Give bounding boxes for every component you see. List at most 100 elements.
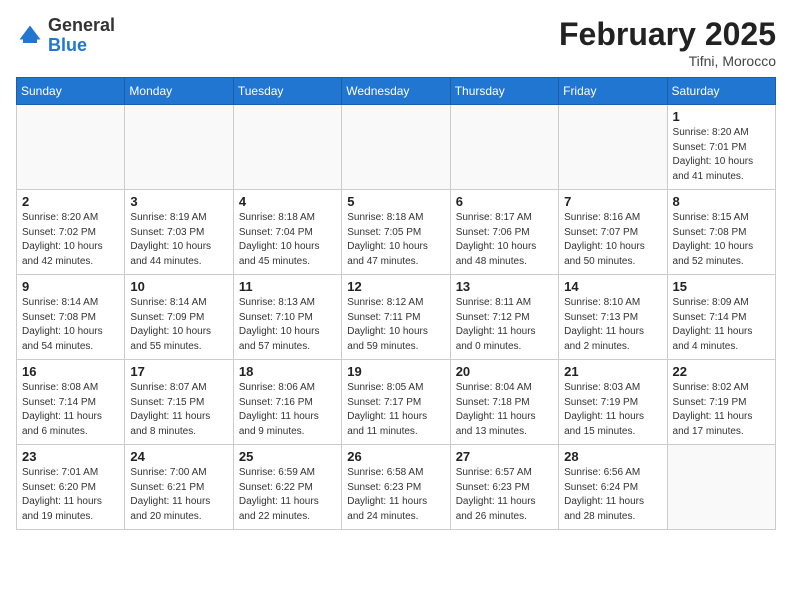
weekday-header: Wednesday — [342, 78, 450, 105]
day-info: Sunrise: 8:17 AM Sunset: 7:06 PM Dayligh… — [456, 211, 553, 269]
calendar-cell: 26Sunrise: 6:58 AM Sunset: 6:23 PM Dayli… — [342, 445, 450, 530]
weekday-header: Sunday — [17, 78, 125, 105]
location-subtitle: Tifni, Morocco — [559, 53, 776, 69]
day-number: 8 — [673, 194, 770, 209]
logo: General Blue — [16, 16, 115, 56]
calendar-week-row: 16 Sunrise: 8:08 AM Sunset: 7:14 PM Dayli… — [17, 360, 776, 445]
calendar-week-row: 1Sunrise: 8:20 AM Sunset: 7:01 PM Daylig… — [17, 105, 776, 190]
day-number: 13 — [456, 279, 553, 294]
calendar-week-row: 23 Sunrise: 7:01 AM Sunset: 6:20 PM Dayli… — [17, 445, 776, 530]
day-info: Sunrise: 8:02 AM Sunset: 7:19 PM Dayligh… — [673, 381, 770, 439]
day-number: 18 — [239, 364, 336, 379]
day-info: Sunrise: 6:59 AM Sunset: 6:22 PM Dayligh… — [239, 466, 336, 524]
day-number: 15 — [673, 279, 770, 294]
calendar-cell: 18 Sunrise: 8:06 AM Sunset: 7:16 PM Dayli… — [233, 360, 341, 445]
day-info: Sunrise: 8:13 AM Sunset: 7:10 PM Dayligh… — [239, 296, 336, 354]
calendar-cell — [667, 445, 775, 530]
day-number: 12 — [347, 279, 444, 294]
day-info: Sunrise: 8:07 AM Sunset: 7:15 PM Dayligh… — [130, 381, 227, 439]
day-info: Sunrise: 6:58 AM Sunset: 6:23 PM Dayligh… — [347, 466, 444, 524]
weekday-header: Monday — [125, 78, 233, 105]
calendar-cell: 1Sunrise: 8:20 AM Sunset: 7:01 PM Daylig… — [667, 105, 775, 190]
day-number: 27 — [456, 449, 553, 464]
logo-general-text: General — [48, 15, 115, 35]
day-number: 4 — [239, 194, 336, 209]
calendar-cell: 22 Sunrise: 8:02 AM Sunset: 7:19 PM Dayli… — [667, 360, 775, 445]
day-number: 3 — [130, 194, 227, 209]
calendar-cell: 8 Sunrise: 8:15 AM Sunset: 7:08 PM Daylig… — [667, 190, 775, 275]
day-number: 16 — [22, 364, 119, 379]
day-number: 17 — [130, 364, 227, 379]
weekday-header: Saturday — [667, 78, 775, 105]
day-number: 5 — [347, 194, 444, 209]
calendar-table: SundayMondayTuesdayWednesdayThursdayFrid… — [16, 77, 776, 530]
calendar-cell: 25 Sunrise: 6:59 AM Sunset: 6:22 PM Dayli… — [233, 445, 341, 530]
calendar-cell — [450, 105, 558, 190]
calendar-cell — [559, 105, 667, 190]
month-year-title: February 2025 — [559, 16, 776, 53]
day-info: Sunrise: 8:20 AM Sunset: 7:02 PM Dayligh… — [22, 211, 119, 269]
calendar-cell: 28Sunrise: 6:56 AM Sunset: 6:24 PM Dayli… — [559, 445, 667, 530]
day-info: Sunrise: 7:01 AM Sunset: 6:20 PM Dayligh… — [22, 466, 119, 524]
calendar-cell: 7Sunrise: 8:16 AM Sunset: 7:07 PM Daylig… — [559, 190, 667, 275]
day-info: Sunrise: 8:06 AM Sunset: 7:16 PM Dayligh… — [239, 381, 336, 439]
calendar-cell: 21Sunrise: 8:03 AM Sunset: 7:19 PM Dayli… — [559, 360, 667, 445]
calendar-cell: 24 Sunrise: 7:00 AM Sunset: 6:21 PM Dayli… — [125, 445, 233, 530]
calendar-cell: 20 Sunrise: 8:04 AM Sunset: 7:18 PM Dayli… — [450, 360, 558, 445]
calendar-cell — [17, 105, 125, 190]
weekday-header: Thursday — [450, 78, 558, 105]
calendar-header-row: SundayMondayTuesdayWednesdayThursdayFrid… — [17, 78, 776, 105]
day-number: 1 — [673, 109, 770, 124]
calendar-cell: 23 Sunrise: 7:01 AM Sunset: 6:20 PM Dayli… — [17, 445, 125, 530]
day-number: 6 — [456, 194, 553, 209]
day-number: 9 — [22, 279, 119, 294]
page-header: General Blue February 2025 Tifni, Morocc… — [16, 16, 776, 69]
calendar-cell: 10 Sunrise: 8:14 AM Sunset: 7:09 PM Dayli… — [125, 275, 233, 360]
calendar-cell: 12 Sunrise: 8:12 AM Sunset: 7:11 PM Dayli… — [342, 275, 450, 360]
calendar-cell: 14Sunrise: 8:10 AM Sunset: 7:13 PM Dayli… — [559, 275, 667, 360]
calendar-cell — [125, 105, 233, 190]
calendar-cell: 27 Sunrise: 6:57 AM Sunset: 6:23 PM Dayli… — [450, 445, 558, 530]
day-info: Sunrise: 8:14 AM Sunset: 7:09 PM Dayligh… — [130, 296, 227, 354]
day-info: Sunrise: 8:09 AM Sunset: 7:14 PM Dayligh… — [673, 296, 770, 354]
calendar-cell: 13 Sunrise: 8:11 AM Sunset: 7:12 PM Dayli… — [450, 275, 558, 360]
day-info: Sunrise: 8:12 AM Sunset: 7:11 PM Dayligh… — [347, 296, 444, 354]
day-info: Sunrise: 8:18 AM Sunset: 7:04 PM Dayligh… — [239, 211, 336, 269]
calendar-cell — [233, 105, 341, 190]
day-number: 20 — [456, 364, 553, 379]
calendar-cell: 2 Sunrise: 8:20 AM Sunset: 7:02 PM Daylig… — [17, 190, 125, 275]
day-info: Sunrise: 8:15 AM Sunset: 7:08 PM Dayligh… — [673, 211, 770, 269]
calendar-week-row: 2 Sunrise: 8:20 AM Sunset: 7:02 PM Daylig… — [17, 190, 776, 275]
calendar-cell: 5Sunrise: 8:18 AM Sunset: 7:05 PM Daylig… — [342, 190, 450, 275]
calendar-cell: 4 Sunrise: 8:18 AM Sunset: 7:04 PM Daylig… — [233, 190, 341, 275]
title-block: February 2025 Tifni, Morocco — [559, 16, 776, 69]
day-info: Sunrise: 6:56 AM Sunset: 6:24 PM Dayligh… — [564, 466, 661, 524]
calendar-cell: 9 Sunrise: 8:14 AM Sunset: 7:08 PM Daylig… — [17, 275, 125, 360]
calendar-cell: 6 Sunrise: 8:17 AM Sunset: 7:06 PM Daylig… — [450, 190, 558, 275]
weekday-header: Friday — [559, 78, 667, 105]
day-info: Sunrise: 8:04 AM Sunset: 7:18 PM Dayligh… — [456, 381, 553, 439]
calendar-cell: 16 Sunrise: 8:08 AM Sunset: 7:14 PM Dayli… — [17, 360, 125, 445]
day-info: Sunrise: 8:03 AM Sunset: 7:19 PM Dayligh… — [564, 381, 661, 439]
calendar-cell: 3 Sunrise: 8:19 AM Sunset: 7:03 PM Daylig… — [125, 190, 233, 275]
day-number: 24 — [130, 449, 227, 464]
day-number: 2 — [22, 194, 119, 209]
day-info: Sunrise: 8:05 AM Sunset: 7:17 PM Dayligh… — [347, 381, 444, 439]
calendar-week-row: 9 Sunrise: 8:14 AM Sunset: 7:08 PM Daylig… — [17, 275, 776, 360]
day-info: Sunrise: 8:10 AM Sunset: 7:13 PM Dayligh… — [564, 296, 661, 354]
calendar-cell: 17 Sunrise: 8:07 AM Sunset: 7:15 PM Dayli… — [125, 360, 233, 445]
day-info: Sunrise: 7:00 AM Sunset: 6:21 PM Dayligh… — [130, 466, 227, 524]
day-info: Sunrise: 8:19 AM Sunset: 7:03 PM Dayligh… — [130, 211, 227, 269]
day-number: 25 — [239, 449, 336, 464]
day-info: Sunrise: 8:14 AM Sunset: 7:08 PM Dayligh… — [22, 296, 119, 354]
calendar-cell: 15 Sunrise: 8:09 AM Sunset: 7:14 PM Dayli… — [667, 275, 775, 360]
day-info: Sunrise: 8:11 AM Sunset: 7:12 PM Dayligh… — [456, 296, 553, 354]
day-number: 10 — [130, 279, 227, 294]
day-info: Sunrise: 8:08 AM Sunset: 7:14 PM Dayligh… — [22, 381, 119, 439]
day-number: 7 — [564, 194, 661, 209]
day-info: Sunrise: 6:57 AM Sunset: 6:23 PM Dayligh… — [456, 466, 553, 524]
day-number: 23 — [22, 449, 119, 464]
logo-blue-text: Blue — [48, 35, 87, 55]
calendar-cell — [342, 105, 450, 190]
day-number: 22 — [673, 364, 770, 379]
